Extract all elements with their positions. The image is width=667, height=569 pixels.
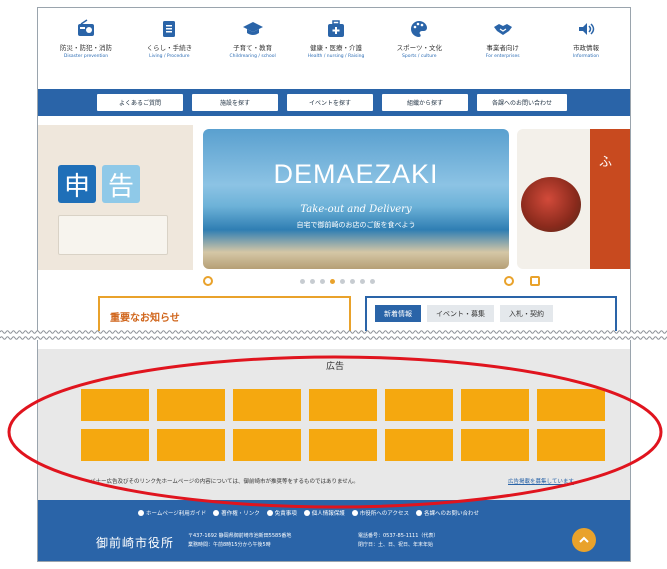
ad-banner-slot[interactable] xyxy=(81,429,149,461)
office-name: 御前崎市役所 xyxy=(96,536,175,550)
ad-banner-grid xyxy=(81,389,605,461)
category-nav: 防災・防犯・消防 Disaster prevention くらし・手続き Liv… xyxy=(38,8,630,84)
category-business[interactable]: 事業者向け For enterprises xyxy=(469,18,537,84)
footer-links: ホームページ利用ガイド 著作権・リンク 免責事項 個人情報保護 市役所へのアクセ… xyxy=(138,509,479,517)
carousel-pager xyxy=(38,276,630,290)
carousel-dot[interactable] xyxy=(330,279,335,284)
palette-icon xyxy=(411,21,428,37)
slide-right-label: ふ xyxy=(590,129,630,269)
footer-link-contact[interactable]: 各課へのお問い合わせ xyxy=(416,509,479,517)
bullet-icon xyxy=(266,510,273,516)
tab-bidding[interactable]: 入札・契約 xyxy=(500,305,553,322)
footer-link-access[interactable]: 市役所へのアクセス xyxy=(351,509,409,517)
carousel-dot[interactable] xyxy=(340,279,345,284)
kanji-block: 告 xyxy=(102,165,140,203)
carousel-dot[interactable] xyxy=(300,279,305,284)
ad-disclaimer: バナー広告及びそのリンク先ホームページの内容については、御前崎市が推奨等をするも… xyxy=(90,479,359,485)
speaker-icon xyxy=(578,23,595,35)
slide-tax-return[interactable]: 申 告 xyxy=(38,125,193,270)
office-address: 〒437-1692 静岡県御前崎市池新田5585番地 業務時間：午前8時15分か… xyxy=(188,533,292,548)
find-event-button[interactable]: イベントを探す xyxy=(287,94,373,111)
food-image xyxy=(521,177,581,232)
footer-link-copyright[interactable]: 著作権・リンク xyxy=(213,509,260,517)
slide-food[interactable]: ふ xyxy=(517,129,630,269)
page-screenshot: 防災・防犯・消防 Disaster prevention くらし・手続き Liv… xyxy=(37,7,631,562)
ad-banner-slot[interactable] xyxy=(309,429,377,461)
site-footer: ホームページ利用ガイド 著作権・リンク 免責事項 個人情報保護 市役所へのアクセ… xyxy=(38,500,630,561)
bullet-icon xyxy=(351,510,358,516)
category-living[interactable]: くらし・手続き Living / Procedure xyxy=(135,18,203,84)
slide-title: DEMAEZAKI xyxy=(273,159,439,189)
category-childrearing[interactable]: 子育て・教育 Childrearing / school xyxy=(219,18,287,84)
carousel-dot[interactable] xyxy=(360,279,365,284)
tab-new-info[interactable]: 新着情報 xyxy=(375,305,421,322)
quick-links-bar: よくあるご質問 施設を探す イベントを探す 組織から探す 各課へのお問い合わせ xyxy=(38,89,630,116)
medical-kit-icon xyxy=(327,20,344,37)
handshake-icon xyxy=(493,24,512,35)
carousel-dot[interactable] xyxy=(350,279,355,284)
category-disaster[interactable]: 防災・防犯・消防 Disaster prevention xyxy=(52,18,120,84)
ad-banner-slot[interactable] xyxy=(233,429,301,461)
footer-link-disclaimer[interactable]: 免責事項 xyxy=(266,509,297,517)
carousel-dots xyxy=(300,279,375,284)
faq-button[interactable]: よくあるご質問 xyxy=(97,94,183,111)
back-to-top-button[interactable] xyxy=(572,528,596,552)
ad-banner-slot[interactable] xyxy=(385,429,453,461)
find-organization-button[interactable]: 組織から探す xyxy=(382,94,468,111)
notebook-image xyxy=(58,215,168,255)
slide-caption: 自宅で御前崎のお店のご飯を食べよう xyxy=(296,221,416,229)
bullet-icon xyxy=(416,510,423,516)
carousel-dot[interactable] xyxy=(310,279,315,284)
ad-banner-slot[interactable] xyxy=(157,429,225,461)
tab-events[interactable]: イベント・募集 xyxy=(427,305,494,322)
slide-subtitle: Take-out and Delivery xyxy=(300,204,412,215)
ad-banner-slot[interactable] xyxy=(461,429,529,461)
ad-banner-slot[interactable] xyxy=(233,389,301,421)
radio-icon xyxy=(78,19,94,36)
ad-banner-slot[interactable] xyxy=(309,389,377,421)
page-break-wave xyxy=(0,330,667,340)
ad-banner-slot[interactable] xyxy=(81,389,149,421)
bullet-icon xyxy=(303,510,310,516)
ad-recruit-link[interactable]: 広告掲載を募集しています xyxy=(508,477,574,485)
ad-banner-slot[interactable] xyxy=(537,429,605,461)
ad-banner-slot[interactable] xyxy=(157,389,225,421)
contact-departments-button[interactable]: 各課へのお問い合わせ xyxy=(477,94,567,111)
document-icon xyxy=(163,21,176,37)
ad-banner-slot[interactable] xyxy=(385,389,453,421)
category-sports[interactable]: スポーツ・文化 Sports / culture xyxy=(385,18,453,84)
category-info[interactable]: 市政情報 Information xyxy=(552,18,620,84)
graduation-cap-icon xyxy=(242,22,263,35)
ad-heading: 広告 xyxy=(325,362,344,372)
footer-link-privacy[interactable]: 個人情報保護 xyxy=(303,509,345,517)
bullet-icon xyxy=(213,510,220,516)
bullet-icon xyxy=(138,510,144,516)
ad-section: 広告 バナー広告及びそのリンク先ホームページの内容については、御前崎市が推奨等を… xyxy=(38,349,630,500)
category-health[interactable]: 健康・医療・介護 Health / nursing / Raising xyxy=(302,18,370,84)
hero-carousel: 申 告 DEMAEZAKI Take-out and Delivery 自宅で御… xyxy=(38,125,630,270)
slide-demaezaki[interactable]: DEMAEZAKI Take-out and Delivery 自宅で御前崎のお… xyxy=(203,129,509,269)
chevron-up-icon xyxy=(579,536,589,543)
carousel-dot[interactable] xyxy=(320,279,325,284)
kanji-block: 申 xyxy=(58,165,96,203)
office-contact: 電話番号：0537-85-1111（代表） 閉庁日：土、日、祝日、年末年始 xyxy=(358,533,439,548)
ad-banner-slot[interactable] xyxy=(461,389,529,421)
footer-link-guide[interactable]: ホームページ利用ガイド xyxy=(138,509,206,517)
carousel-dot[interactable] xyxy=(370,279,375,284)
carousel-prev-button[interactable] xyxy=(203,276,213,286)
carousel-pause-button[interactable] xyxy=(530,276,540,286)
carousel-next-button[interactable] xyxy=(504,276,514,286)
notice-heading: 重要なお知らせ xyxy=(110,313,180,324)
find-facility-button[interactable]: 施設を探す xyxy=(192,94,278,111)
ad-banner-slot[interactable] xyxy=(537,389,605,421)
